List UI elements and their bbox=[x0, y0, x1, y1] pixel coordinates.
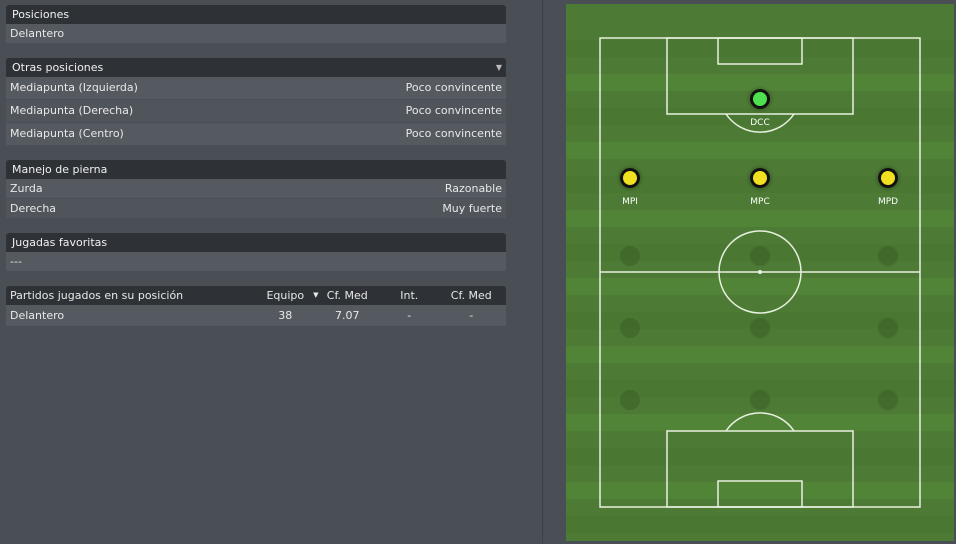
dropdown-caret-icon[interactable]: ▼ bbox=[496, 58, 502, 77]
pitch-view: DCC MPI MPC MPD bbox=[566, 4, 954, 541]
positions-section: Posiciones Delantero bbox=[6, 5, 506, 44]
foot-rating: Muy fuerte bbox=[442, 202, 502, 215]
positions-value-row: Delantero bbox=[6, 24, 506, 44]
other-positions-section: Otras posiciones ▼ Mediapunta (Izquierda… bbox=[6, 58, 506, 146]
favorite-plays-value: --- bbox=[10, 255, 22, 268]
other-position-name: Mediapunta (Centro) bbox=[10, 127, 124, 140]
panel-divider bbox=[542, 0, 543, 543]
other-positions-header[interactable]: Otras posiciones ▼ bbox=[6, 58, 506, 77]
cell-int-avg-rating: - bbox=[469, 309, 474, 322]
column-header-team-label: Equipo bbox=[266, 289, 305, 302]
other-position-row: Mediapunta (Izquierda) Poco convincente bbox=[6, 77, 506, 100]
column-header-int[interactable]: Int. bbox=[382, 286, 437, 305]
other-position-rating: Poco convincente bbox=[405, 104, 502, 117]
footedness-header: Manejo de pierna bbox=[6, 160, 506, 179]
favorite-plays-header: Jugadas favoritas bbox=[6, 233, 506, 252]
cell-int: - bbox=[407, 309, 412, 322]
matches-table: Partidos jugados en su posición Equipo ▼… bbox=[6, 286, 506, 326]
position-marker-label: DCC bbox=[750, 118, 770, 128]
football-pitch: DCC MPI MPC MPD bbox=[566, 4, 954, 541]
column-header-avg-rating[interactable]: Cf. Med bbox=[313, 286, 382, 305]
position-marker-label: MPD bbox=[878, 197, 898, 207]
position-marker-label: MPI bbox=[622, 197, 638, 207]
player-positions-panel: Posiciones Delantero Otras posiciones ▼ … bbox=[6, 5, 506, 340]
table-header-row: Partidos jugados en su posición Equipo ▼… bbox=[6, 286, 506, 305]
column-header-int-avg-rating[interactable]: Cf. Med bbox=[437, 286, 506, 305]
column-header-position[interactable]: Partidos jugados en su posición bbox=[6, 286, 258, 305]
position-marker-mpd[interactable]: MPD bbox=[874, 164, 902, 207]
other-position-name: Mediapunta (Izquierda) bbox=[10, 81, 138, 94]
foot-row: Derecha Muy fuerte bbox=[6, 199, 506, 219]
favorite-plays-row: --- bbox=[6, 252, 506, 272]
other-position-rating: Poco convincente bbox=[405, 127, 502, 140]
other-position-row: Mediapunta (Centro) Poco convincente bbox=[6, 123, 506, 146]
positions-header: Posiciones bbox=[6, 5, 506, 24]
sort-desc-icon: ▼ bbox=[313, 291, 319, 299]
cell-avg-rating: 7.07 bbox=[335, 309, 360, 322]
other-position-rating: Poco convincente bbox=[405, 81, 502, 94]
foot-name: Derecha bbox=[10, 202, 57, 215]
favorite-plays-section: Jugadas favoritas --- bbox=[6, 233, 506, 272]
footedness-section: Manejo de pierna Zurda Razonable Derecha… bbox=[6, 160, 506, 219]
table-row: Delantero 38 7.07 - - bbox=[6, 305, 506, 326]
cell-team: 38 bbox=[278, 309, 293, 322]
foot-name: Zurda bbox=[10, 182, 43, 195]
cell-position: Delantero bbox=[10, 309, 65, 322]
foot-rating: Razonable bbox=[444, 182, 502, 195]
position-value: Delantero bbox=[10, 27, 65, 40]
other-positions-title: Otras posiciones bbox=[12, 61, 104, 74]
column-header-team[interactable]: Equipo ▼ bbox=[258, 286, 318, 305]
other-position-name: Mediapunta (Derecha) bbox=[10, 104, 134, 117]
other-position-row: Mediapunta (Derecha) Poco convincente bbox=[6, 100, 506, 123]
position-marker-label: MPC bbox=[750, 197, 769, 207]
foot-row: Zurda Razonable bbox=[6, 179, 506, 199]
